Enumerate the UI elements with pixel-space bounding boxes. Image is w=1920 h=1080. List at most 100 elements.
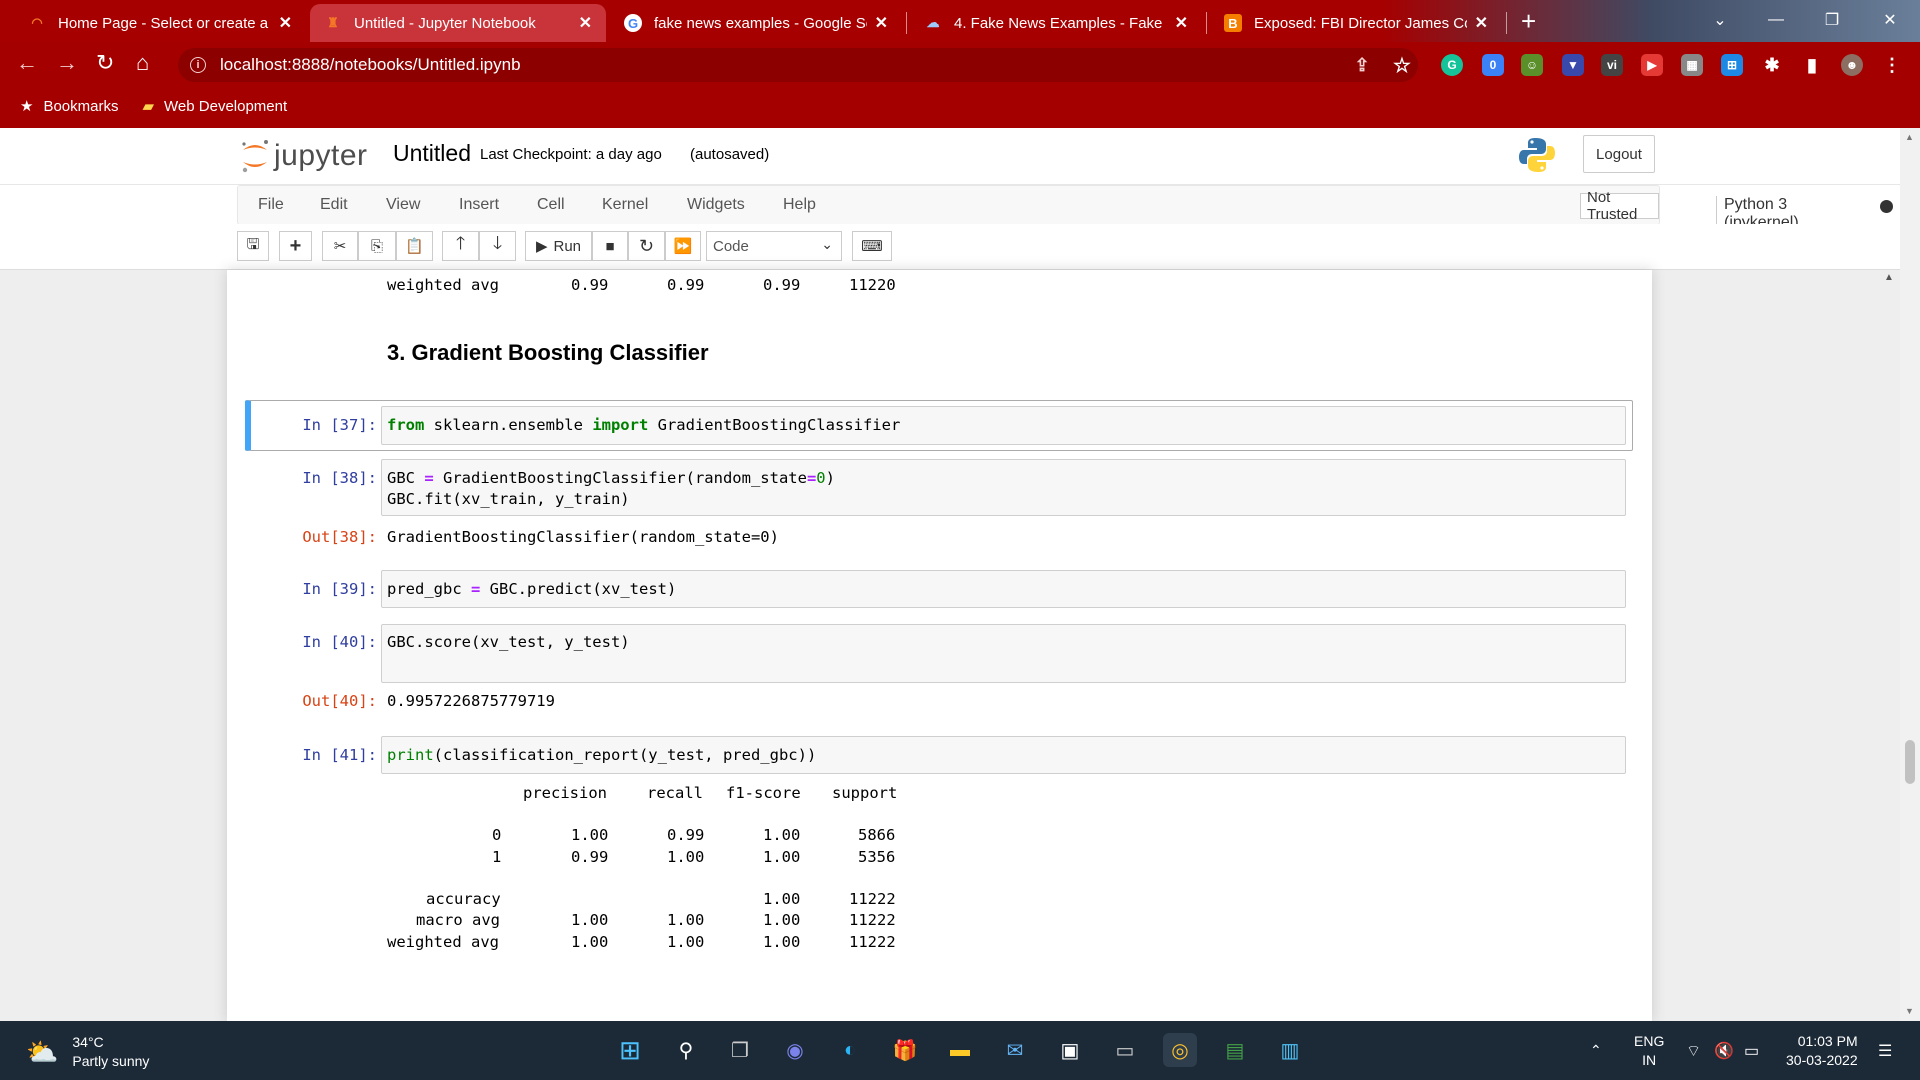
- close-tab-icon[interactable]: ✕: [579, 13, 592, 33]
- grammarly-icon[interactable]: G: [1441, 54, 1463, 76]
- edge-icon[interactable]: ◐: [833, 1033, 867, 1067]
- tab-fake-news-examples[interactable]: ☁ 4. Fake News Examples - Fake Ne ✕: [910, 4, 1202, 42]
- menu-help[interactable]: Help: [783, 196, 816, 214]
- close-window-button[interactable]: ✕: [1862, 0, 1918, 40]
- store-icon[interactable]: ▣: [1053, 1033, 1087, 1067]
- close-tab-icon[interactable]: ✕: [1475, 13, 1488, 33]
- back-icon[interactable]: ←: [16, 50, 38, 76]
- search-icon[interactable]: ⚲: [669, 1033, 703, 1067]
- battery-icon[interactable]: ▭: [1744, 1021, 1759, 1080]
- shield-extension-icon[interactable]: ▼: [1562, 54, 1584, 76]
- menu-view[interactable]: View: [386, 196, 420, 214]
- logout-button[interactable]: Logout: [1583, 135, 1655, 173]
- mail-icon[interactable]: ✉: [998, 1033, 1032, 1067]
- tab-jupyter-notebook[interactable]: ♜ Untitled - Jupyter Notebook ✕: [310, 4, 606, 42]
- python-logo-icon: [1519, 138, 1555, 172]
- run-button[interactable]: ▶ Run: [525, 231, 592, 261]
- menu-bar: File Edit View Insert Cell Kernel Widget…: [0, 184, 1900, 232]
- scroll-up-arrow-icon[interactable]: ▲: [1905, 132, 1914, 142]
- restart-icon[interactable]: ↻: [628, 231, 665, 261]
- share-icon[interactable]: ⇪: [1351, 54, 1373, 76]
- vidiq-icon[interactable]: vi: [1601, 54, 1623, 76]
- home-icon[interactable]: ⌂: [136, 50, 149, 76]
- grid-extension-icon[interactable]: ▦: [1681, 54, 1703, 76]
- new-tab-button[interactable]: +: [1521, 6, 1536, 37]
- notebook-scrollbar[interactable]: ▲: [1878, 270, 1900, 1021]
- tab-search-icon[interactable]: ⌄: [1692, 0, 1748, 40]
- site-info-icon[interactable]: i: [190, 57, 206, 73]
- url-text: localhost:8888/notebooks/Untitled.ipynb: [220, 55, 521, 74]
- stop-icon[interactable]: ■: [592, 231, 628, 261]
- bookmark-star-icon[interactable]: ☆: [1391, 54, 1413, 77]
- notebook-title[interactable]: Untitled: [393, 140, 471, 167]
- tab-exposed-fbi[interactable]: B Exposed: FBI Director James Com ✕: [1210, 4, 1502, 42]
- task-view-icon[interactable]: ❐: [723, 1033, 757, 1067]
- file-explorer-icon[interactable]: ▬: [943, 1033, 977, 1067]
- play-icon: ▶: [535, 238, 548, 255]
- show-hidden-icons[interactable]: ⌃: [1590, 1021, 1602, 1080]
- save-button[interactable]: 🖫: [237, 231, 269, 261]
- start-windows-icon[interactable]: ⊞: [613, 1033, 647, 1067]
- windows-extension-icon[interactable]: ⊞: [1721, 54, 1743, 76]
- close-tab-icon[interactable]: ✕: [1175, 13, 1188, 33]
- cell-type-select[interactable]: Code ⌄: [706, 231, 842, 261]
- keyboard-icon[interactable]: ⌨: [852, 231, 892, 261]
- gift-app-icon[interactable]: 🎁: [888, 1033, 922, 1067]
- side-panel-icon[interactable]: ▮: [1801, 54, 1823, 76]
- chrome-icon[interactable]: ◎: [1163, 1033, 1197, 1067]
- minimize-button[interactable]: —: [1748, 0, 1804, 40]
- chat-icon[interactable]: ◉: [778, 1033, 812, 1067]
- forward-icon[interactable]: →: [56, 50, 78, 76]
- cell-output: 0.9957226875779719: [387, 692, 555, 710]
- web-development-folder[interactable]: ▰ Web Development: [142, 97, 287, 116]
- copy-icon[interactable]: ⎘: [358, 231, 396, 261]
- tab-home-page[interactable]: ◠ Home Page - Select or create a n ✕: [14, 4, 306, 42]
- not-trusted-indicator[interactable]: Not Trusted: [1580, 189, 1659, 223]
- wifi-icon[interactable]: ⌔: [1686, 1021, 1701, 1080]
- profile-avatar[interactable]: ☻: [1841, 54, 1863, 76]
- scrollbar-thumb[interactable]: [1905, 740, 1915, 784]
- menu-cell[interactable]: Cell: [537, 196, 565, 214]
- close-tab-icon[interactable]: ✕: [279, 13, 292, 33]
- report-cell: 11222: [849, 911, 896, 929]
- browser-menu-icon[interactable]: ⋮: [1881, 54, 1903, 76]
- address-bar[interactable]: i localhost:8888/notebooks/Untitled.ipyn…: [178, 48, 1418, 82]
- video-extension-icon[interactable]: ▶: [1641, 54, 1663, 76]
- paste-icon[interactable]: 📋: [396, 231, 433, 261]
- page-scrollbar[interactable]: ▲ ▼: [1900, 128, 1920, 1021]
- menu-widgets[interactable]: Widgets: [687, 196, 745, 214]
- scroll-up-arrow-icon[interactable]: ▲: [1884, 272, 1894, 283]
- fast-forward-icon[interactable]: ⏩: [665, 231, 701, 261]
- menu-file[interactable]: File: [258, 196, 284, 214]
- scroll-down-arrow-icon[interactable]: ▼: [1905, 1006, 1914, 1016]
- report-cell: 11222: [849, 890, 896, 908]
- reload-icon[interactable]: ↻: [96, 50, 114, 76]
- recall-value: 0.99: [667, 276, 705, 294]
- menu-kernel[interactable]: Kernel: [602, 196, 648, 214]
- close-tab-icon[interactable]: ✕: [875, 13, 888, 33]
- tab-google-search[interactable]: G fake news examples - Google Se ✕: [610, 4, 902, 42]
- weather-widget[interactable]: ⛅ 34°C Partly sunny: [26, 1033, 149, 1071]
- jupyter-logo[interactable]: jupyter: [240, 138, 368, 174]
- classification-report: precision recall f1-score support 0 1.00…: [387, 784, 987, 984]
- extension-badge-icon[interactable]: 0: [1482, 54, 1504, 76]
- bookmarks-link[interactable]: ★ Bookmarks: [20, 97, 118, 116]
- menu-insert[interactable]: Insert: [459, 196, 499, 214]
- cut-icon[interactable]: ✂: [322, 231, 358, 261]
- notification-icon[interactable]: ☰: [1878, 1021, 1892, 1080]
- move-up-icon[interactable]: 🡑: [442, 231, 479, 261]
- volume-muted-icon[interactable]: 🔇: [1714, 1021, 1734, 1080]
- menu-edit[interactable]: Edit: [320, 196, 348, 214]
- restore-button[interactable]: ❐: [1804, 0, 1860, 40]
- jupyter-favicon-icon: ◠: [31, 15, 43, 30]
- extension-face-icon[interactable]: ☺: [1521, 54, 1543, 76]
- extensions-puzzle-icon[interactable]: ✱: [1761, 54, 1783, 76]
- language-indicator[interactable]: ENG IN: [1634, 1021, 1664, 1080]
- notepad-icon[interactable]: ▥: [1273, 1033, 1307, 1067]
- terminal-icon[interactable]: ▭: [1108, 1033, 1142, 1067]
- clock[interactable]: 01:03 PM 30-03-2022: [1786, 1021, 1858, 1080]
- star-icon: ★: [20, 98, 34, 115]
- move-down-icon[interactable]: 🡓: [479, 231, 516, 261]
- insert-cell-button[interactable]: +: [279, 231, 312, 261]
- sheets-icon[interactable]: ▤: [1218, 1033, 1252, 1067]
